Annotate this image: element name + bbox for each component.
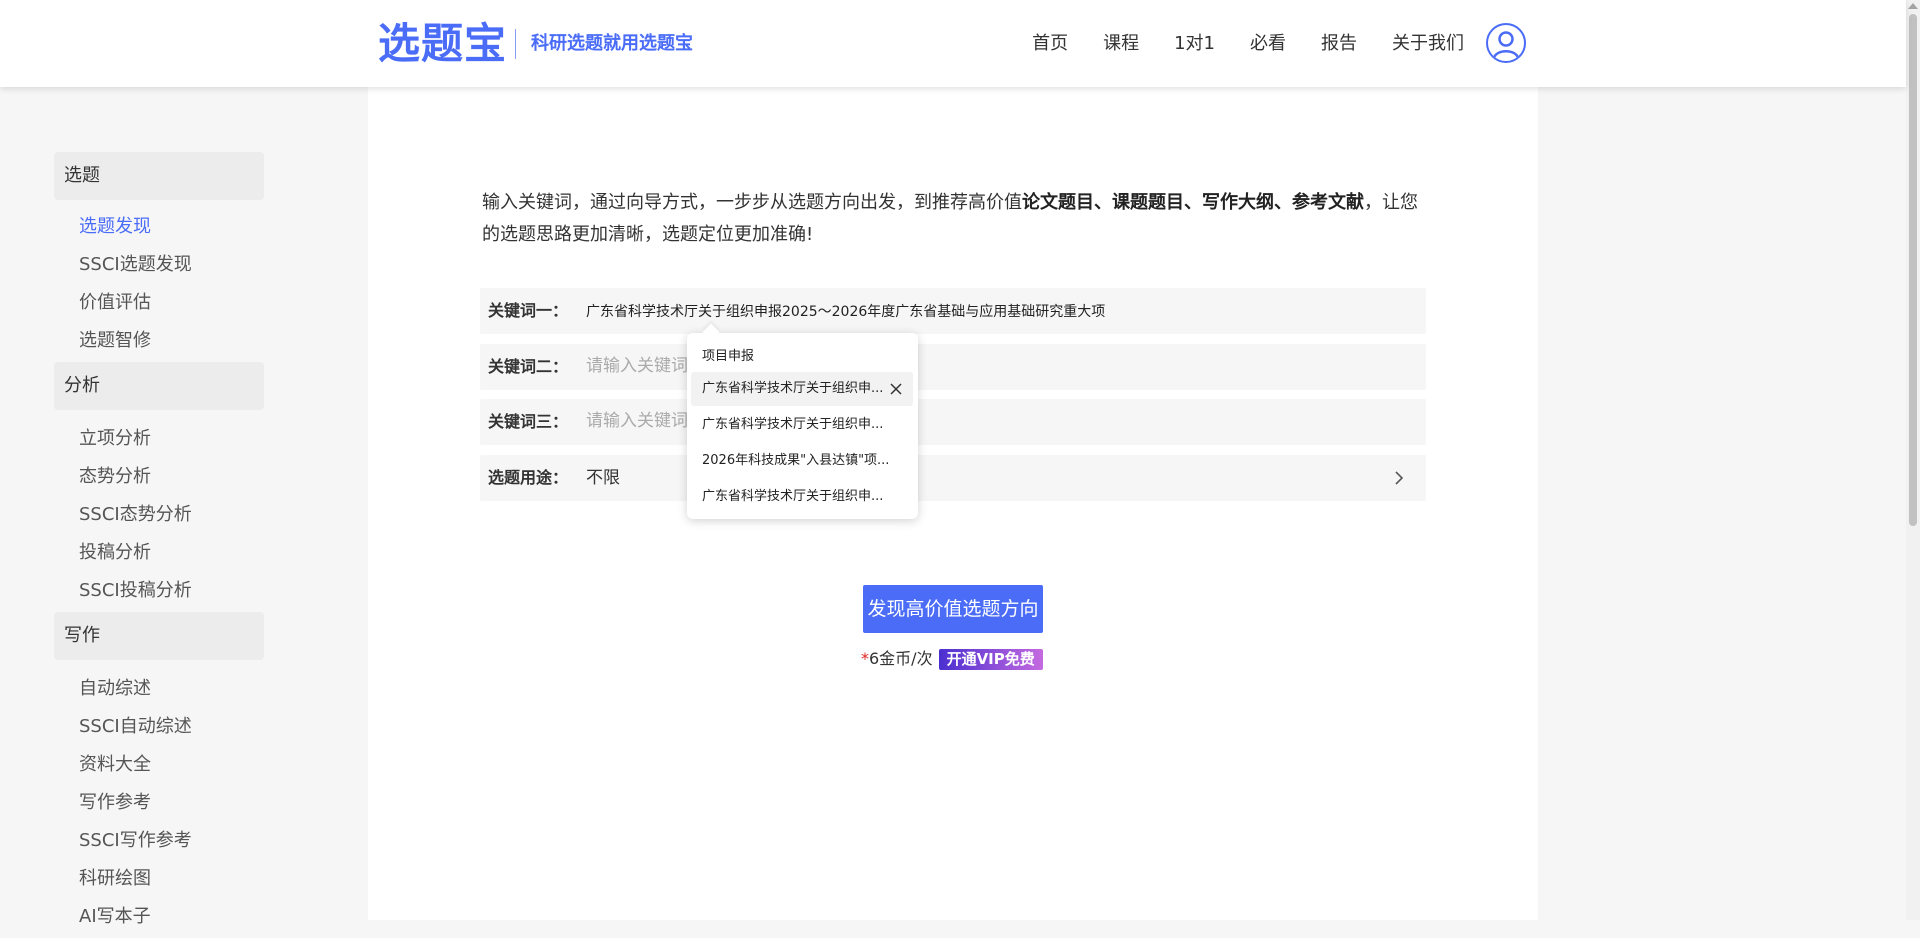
sidebar-item-resources[interactable]: 资料大全 xyxy=(54,746,264,784)
main-panel: 输入关键词，通过向导方式，一步步从选题方向出发，到推荐高价值论文题目、课题题目、… xyxy=(368,87,1538,920)
keyword1-input[interactable] xyxy=(586,296,1406,326)
sidebar-item-ssci-topic-discovery[interactable]: SSCI选题发现 xyxy=(54,246,264,284)
logo[interactable]: 选题宝 xyxy=(378,16,507,72)
cost-text: 6金币/次 xyxy=(869,649,933,668)
dropdown-item[interactable]: 项目申报 xyxy=(691,340,913,374)
nav-about-us[interactable]: 关于我们 xyxy=(1392,28,1464,60)
main-nav: 首页 课程 1对1 必看 报告 关于我们 xyxy=(997,28,1464,60)
sidebar-item-writing-reference[interactable]: 写作参考 xyxy=(54,784,264,822)
sidebar-group-writing[interactable]: 写作 xyxy=(54,612,264,660)
slogan: 科研选题就用选题宝 xyxy=(531,33,693,54)
dropdown-item[interactable]: 广东省科学技术厅关于组织申... xyxy=(691,408,913,442)
discover-topics-button[interactable]: 发现高价值选题方向 xyxy=(863,585,1043,633)
nav-courses[interactable]: 课程 xyxy=(1103,28,1139,60)
dropdown-item[interactable]: 广东省科学技术厅关于组织申... xyxy=(691,480,913,514)
keyword3-row: 关键词三： xyxy=(480,399,1426,445)
nav-reports[interactable]: 报告 xyxy=(1321,28,1357,60)
purpose-select[interactable]: 不限 xyxy=(586,455,620,501)
sidebar-item-project-analysis[interactable]: 立项分析 xyxy=(54,420,264,458)
sidebar-item-ssci-writing-reference[interactable]: SSCI写作参考 xyxy=(54,822,264,860)
keyword-history-dropdown: 项目申报 广东省科学技术厅关于组织申... 广东省科学技术厅关于组织申... 2… xyxy=(687,333,918,519)
sidebar-item-ssci-auto-review[interactable]: SSCI自动综述 xyxy=(54,708,264,746)
keyword2-row: 关键词二： xyxy=(480,344,1426,390)
chevron-right-icon[interactable] xyxy=(1390,469,1408,487)
close-icon[interactable] xyxy=(889,382,903,396)
keyword3-label: 关键词三： xyxy=(488,412,569,431)
scroll-up-arrow-icon[interactable] xyxy=(1908,3,1918,9)
purpose-row[interactable]: 选题用途： 不限 xyxy=(480,455,1426,501)
top-header: 选题宝 科研选题就用选题宝 首页 课程 1对1 必看 报告 关于我们 xyxy=(0,0,1906,87)
sidebar-item-submission-analysis[interactable]: 投稿分析 xyxy=(54,534,264,572)
keyword2-label: 关键词二： xyxy=(488,357,569,376)
cost-info: *6金币/次 开通VIP免费 xyxy=(861,648,1043,670)
intro-highlight: 论文题目、课题题目、写作大纲、参考文献 xyxy=(1022,192,1364,213)
user-avatar-icon[interactable] xyxy=(1486,23,1526,63)
keyword1-row: 关键词一： xyxy=(480,288,1426,334)
purpose-label: 选题用途： xyxy=(488,468,569,487)
sidebar-item-topic-discovery[interactable]: 选题发现 xyxy=(54,208,264,246)
sidebar-item-trend-analysis[interactable]: 态势分析 xyxy=(54,458,264,496)
keyword1-label: 关键词一： xyxy=(488,301,569,320)
intro-text: 输入关键词，通过向导方式，一步步从选题方向出发，到推荐高价值论文题目、课题题目、… xyxy=(482,192,1418,245)
logo-divider xyxy=(515,29,516,59)
sidebar-item-ssci-trend-analysis[interactable]: SSCI态势分析 xyxy=(54,496,264,534)
sidebar-item-smart-revise[interactable]: 选题智修 xyxy=(54,322,264,360)
sidebar-item-ai-proposal[interactable]: AI写本子 xyxy=(54,898,264,936)
sidebar-item-research-drawing[interactable]: 科研绘图 xyxy=(54,860,264,898)
sidebar-group-analysis[interactable]: 分析 xyxy=(54,362,264,410)
sidebar: 选题 选题发现 SSCI选题发现 价值评估 选题智修 分析 立项分析 态势分析 … xyxy=(54,152,264,938)
dropdown-item[interactable]: 广东省科学技术厅关于组织申... xyxy=(691,372,913,406)
sidebar-item-auto-review[interactable]: 自动综述 xyxy=(54,670,264,708)
nav-one-on-one[interactable]: 1对1 xyxy=(1174,28,1215,60)
sidebar-item-value-assessment[interactable]: 价值评估 xyxy=(54,284,264,322)
sidebar-group-topic[interactable]: 选题 xyxy=(54,152,264,200)
dropdown-item[interactable]: 2026年科技成果"入县达镇"项... xyxy=(691,444,913,478)
vip-badge[interactable]: 开通VIP免费 xyxy=(938,649,1043,670)
required-star: * xyxy=(861,649,869,668)
sidebar-item-ssci-submission-analysis[interactable]: SSCI投稿分析 xyxy=(54,572,264,610)
nav-must-see[interactable]: 必看 xyxy=(1250,28,1286,60)
nav-home[interactable]: 首页 xyxy=(1032,28,1068,60)
scrollbar-thumb[interactable] xyxy=(1909,14,1917,526)
